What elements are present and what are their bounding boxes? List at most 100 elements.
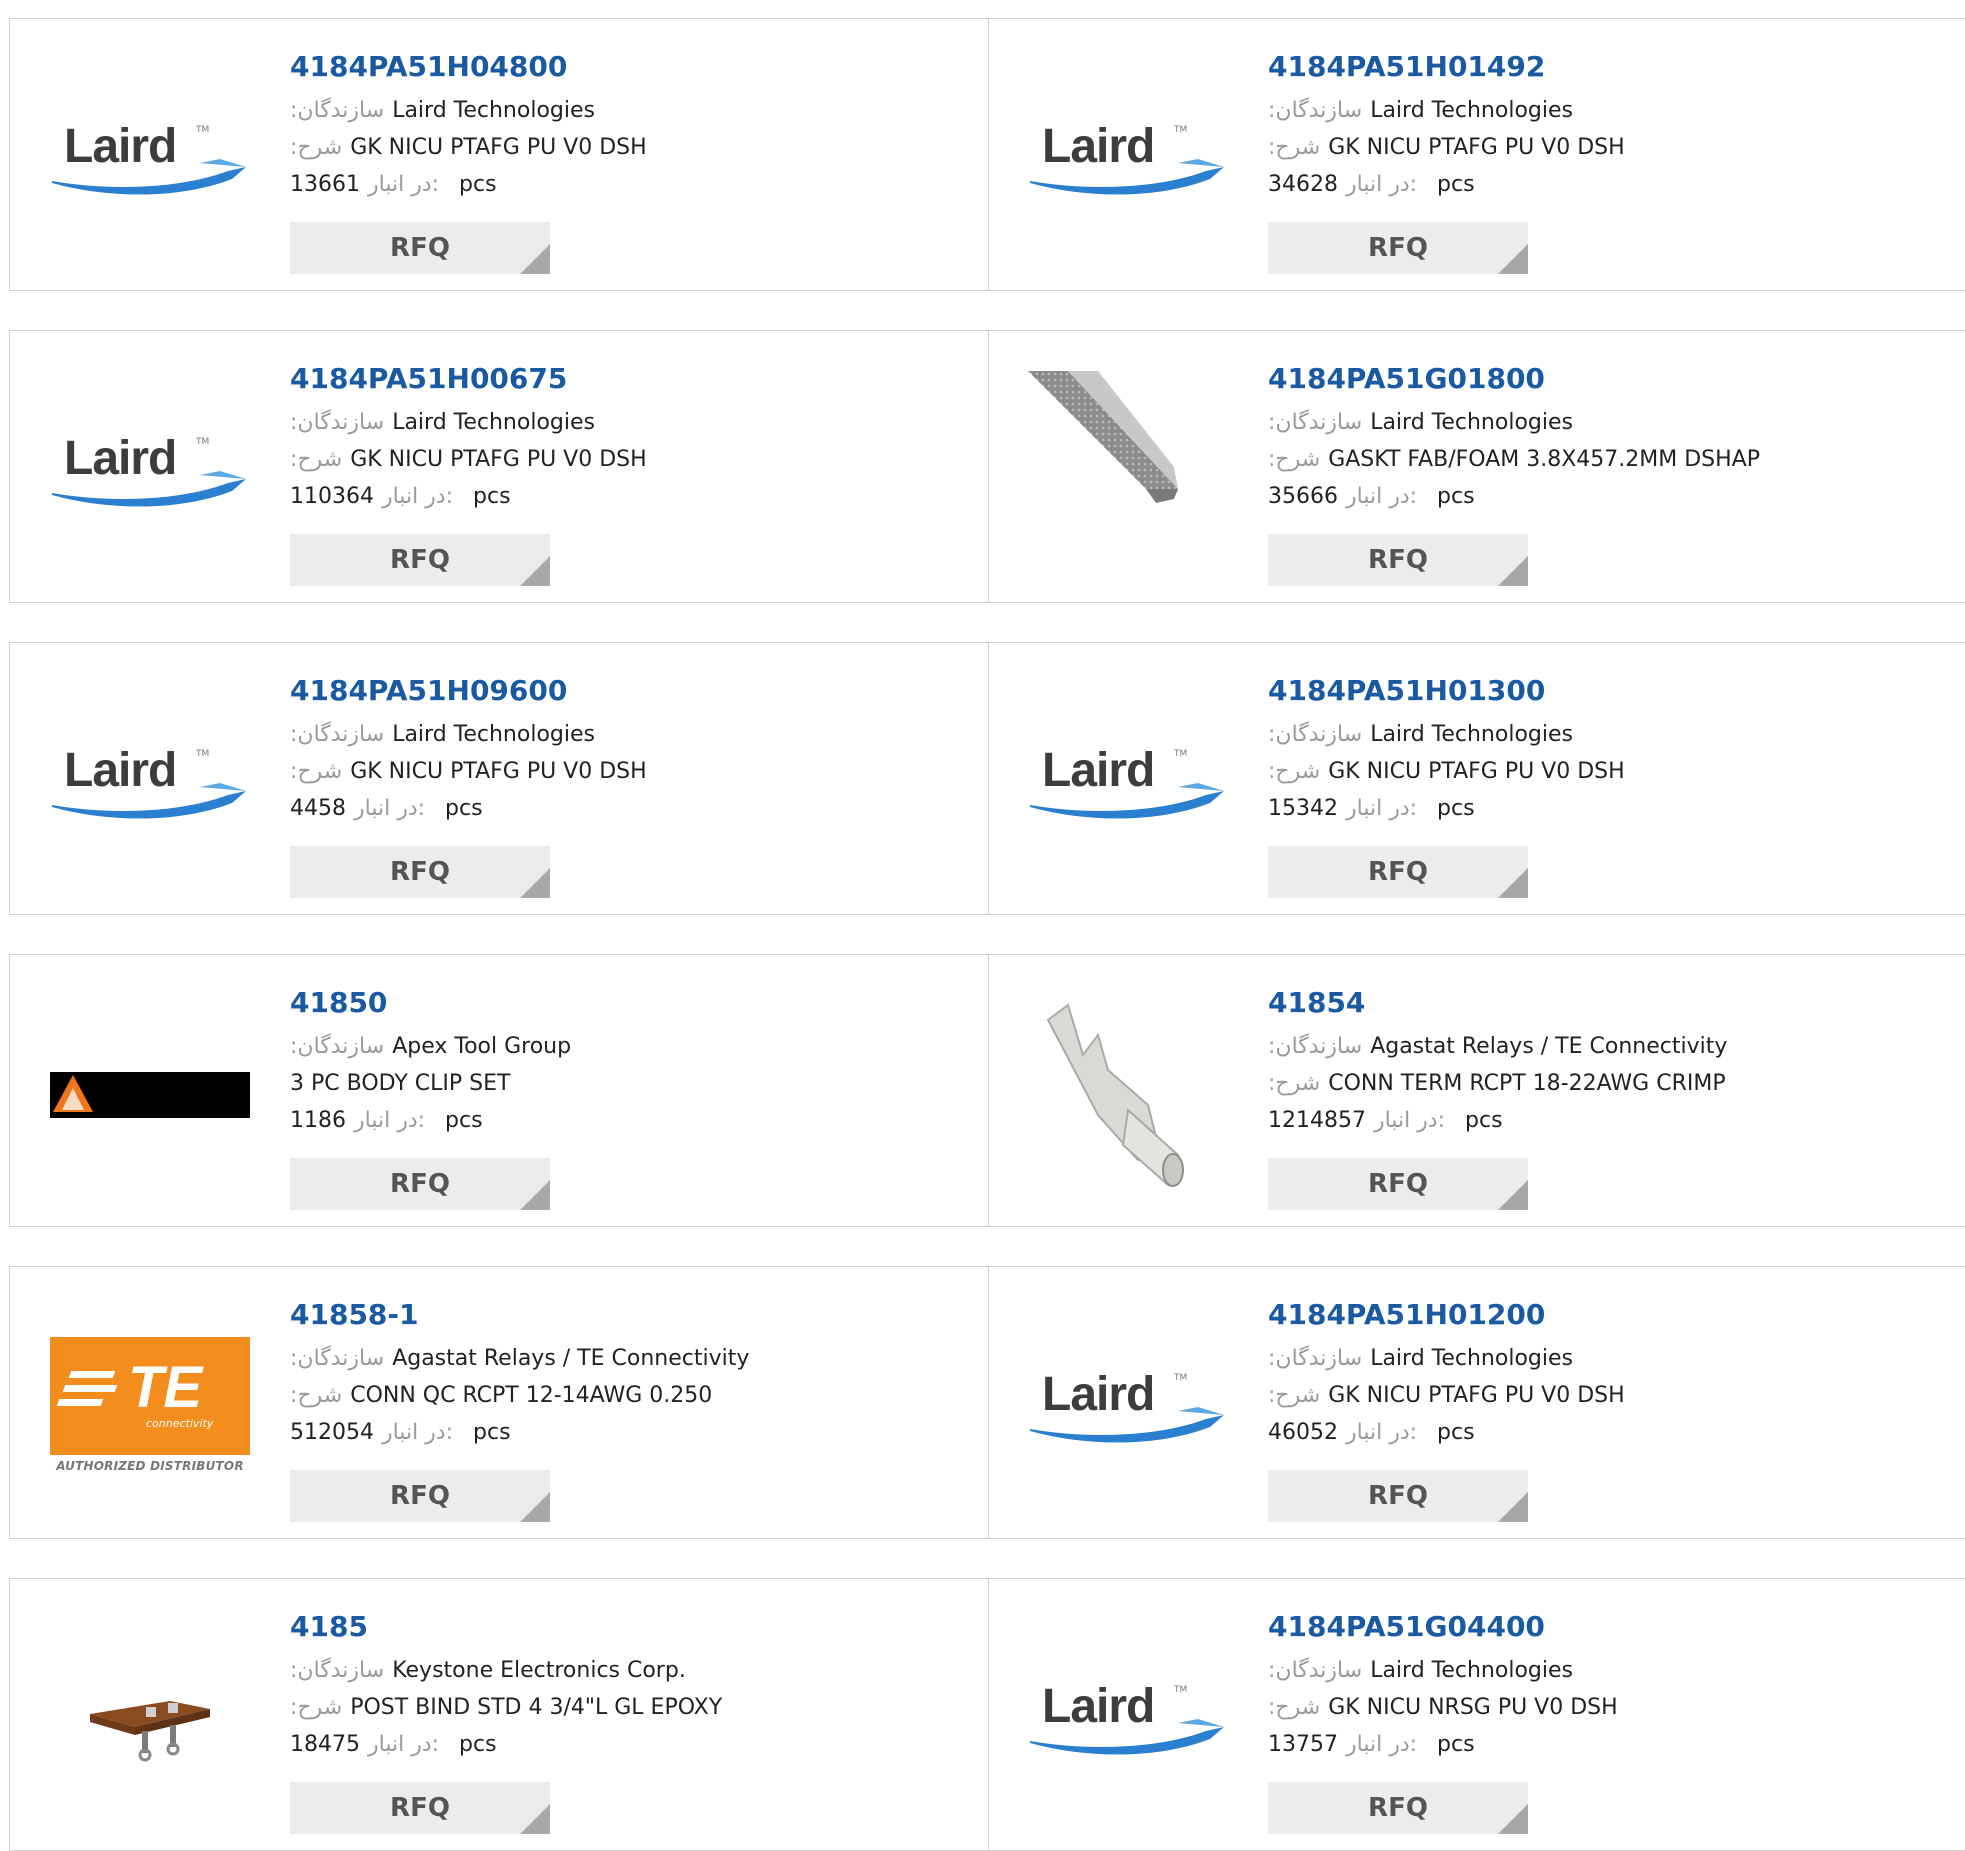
manufacturer-value: Laird Technologies [392, 410, 595, 435]
stock-line: 35666 در انبار: pcs [1268, 478, 1760, 515]
product-row: Laird TM 4184PA51H09600 :سازندگان Laird Tech… [9, 642, 1965, 915]
rfq-label: RFQ [1368, 1793, 1428, 1823]
rfq-button[interactable]: RFQ [1268, 846, 1528, 898]
description-line: :شرح GK NICU PTAFG PU V0 DSH [290, 753, 647, 790]
manufacturer-label: :سازندگان [1268, 1034, 1363, 1059]
manufacturer-value: Agastat Relays / TE Connectivity [1370, 1034, 1728, 1059]
product-image[interactable]: TE connectivity AUTHORIZED DISTRIBUTOR [50, 1307, 250, 1507]
description-line: :شرح GK NICU NRSG PU V0 DSH [1268, 1689, 1618, 1726]
corner-triangle-icon [1498, 1804, 1528, 1834]
rfq-button[interactable]: RFQ [1268, 1158, 1528, 1210]
rfq-label: RFQ [390, 1481, 450, 1511]
part-number-link[interactable]: 41854 [1268, 987, 1727, 1019]
product-image[interactable]: Laird TM [1028, 1619, 1228, 1819]
stock-label: در انبار: [1346, 172, 1418, 197]
part-number-link[interactable]: 4184PA51H01492 [1268, 51, 1625, 83]
description-label: :شرح [1268, 1383, 1321, 1408]
part-number-link[interactable]: 4184PA51H01200 [1268, 1299, 1625, 1331]
part-number-link[interactable]: 4184PA51H04800 [290, 51, 647, 83]
description-value: POST BIND STD 4 3/4"L GL EPOXY [350, 1695, 723, 1720]
corner-triangle-icon [1498, 1492, 1528, 1522]
description-value: GK NICU PTAFG PU V0 DSH [350, 759, 647, 784]
rfq-button[interactable]: RFQ [1268, 1782, 1528, 1834]
stock-label: در انبار: [354, 796, 426, 821]
product-image[interactable]: Laird TM [1028, 59, 1228, 259]
corner-triangle-icon [1498, 244, 1528, 274]
stock-value: 4458 [290, 796, 346, 821]
laird-logo: Laird TM [1028, 1679, 1228, 1759]
product-card: Laird TM 4184PA51H01200:سازندگان Laird Tech… [988, 1267, 1965, 1538]
manufacturer-line: :سازندگان Laird Technologies [1268, 716, 1625, 753]
stock-value: 35666 [1268, 484, 1338, 509]
stock-label: در انبار: [354, 1108, 426, 1133]
product-row: TE connectivity AUTHORIZED DISTRIBUTOR 4185… [9, 1266, 1965, 1539]
manufacturer-value: Laird Technologies [1370, 722, 1573, 747]
description-value: GK NICU PTAFG PU V0 DSH [350, 135, 647, 160]
part-number-link[interactable]: 4184PA51H01300 [1268, 675, 1625, 707]
part-number-link[interactable]: 4184PA51G04400 [1268, 1611, 1618, 1643]
rfq-button[interactable]: RFQ [290, 1158, 550, 1210]
product-image[interactable]: Laird TM [50, 371, 250, 571]
manufacturer-label: :سازندگان [1268, 1346, 1363, 1371]
product-image[interactable] [1028, 371, 1228, 571]
part-number-link[interactable]: 41850 [290, 987, 571, 1019]
rfq-button[interactable]: RFQ [290, 222, 550, 274]
description-line: 3 PC BODY CLIP SET [290, 1065, 571, 1102]
rfq-button[interactable]: RFQ [290, 1782, 550, 1834]
description-label: :شرح [1268, 759, 1321, 784]
part-number-link[interactable]: 4184PA51H00675 [290, 363, 647, 395]
stock-line: 110364 در انبار: pcs [290, 478, 647, 515]
product-image[interactable] [1028, 995, 1228, 1195]
rfq-button[interactable]: RFQ [1268, 1470, 1528, 1522]
description-value: GK NICU PTAFG PU V0 DSH [1328, 1383, 1625, 1408]
laird-logo: Laird TM [50, 119, 250, 199]
rfq-button[interactable]: RFQ [1268, 534, 1528, 586]
manufacturer-line: :سازندگان Laird Technologies [290, 716, 647, 753]
stock-line: 13661 در انبار: pcs [290, 166, 647, 203]
product-image[interactable]: Laird TM [50, 683, 250, 883]
stock-unit: pcs [459, 172, 497, 197]
manufacturer-value: Laird Technologies [1370, 98, 1573, 123]
stock-unit: pcs [1465, 1108, 1503, 1133]
description-line: :شرح GK NICU PTAFG PU V0 DSH [1268, 129, 1625, 166]
laird-logo: Laird TM [50, 431, 250, 511]
description-label: :شرح [290, 759, 343, 784]
corner-triangle-icon [520, 868, 550, 898]
manufacturer-value: Laird Technologies [392, 98, 595, 123]
part-number-link[interactable]: 4184PA51G01800 [1268, 363, 1760, 395]
product-image[interactable] [50, 1619, 250, 1819]
rfq-label: RFQ [390, 1793, 450, 1823]
part-number-link[interactable]: 41858-1 [290, 1299, 749, 1331]
rfq-button[interactable]: RFQ [290, 846, 550, 898]
rfq-button[interactable]: RFQ [1268, 222, 1528, 274]
description-line: :شرح GK NICU PTAFG PU V0 DSH [1268, 753, 1625, 790]
manufacturer-label: :سازندگان [290, 410, 385, 435]
product-image[interactable] [50, 995, 250, 1195]
corner-triangle-icon [520, 556, 550, 586]
product-image[interactable]: Laird TM [50, 59, 250, 259]
product-image[interactable]: Laird TM [1028, 1307, 1228, 1507]
manufacturer-line: :سازندگان Laird Technologies [1268, 92, 1625, 129]
manufacturer-label: :سازندگان [1268, 98, 1363, 123]
stock-label: در انبار: [1346, 1420, 1418, 1445]
rfq-label: RFQ [390, 857, 450, 887]
corner-triangle-icon [1498, 1180, 1528, 1210]
product-image[interactable]: Laird TM [1028, 683, 1228, 883]
part-number-link[interactable]: 4185 [290, 1611, 722, 1643]
stock-line: 13757 در انبار: pcs [1268, 1726, 1618, 1763]
rfq-button[interactable]: RFQ [290, 1470, 550, 1522]
manufacturer-label: :سازندگان [1268, 722, 1363, 747]
stock-line: 34628 در انبار: pcs [1268, 166, 1625, 203]
rfq-label: RFQ [1368, 857, 1428, 887]
stock-label: در انبار: [368, 1732, 440, 1757]
stock-unit: pcs [1437, 172, 1475, 197]
description-line: :شرح GASKT FAB/FOAM 3.8X457.2MM DSHAP [1268, 441, 1760, 478]
stock-value: 34628 [1268, 172, 1338, 197]
part-number-link[interactable]: 4184PA51H09600 [290, 675, 647, 707]
stock-unit: pcs [473, 1420, 511, 1445]
stock-line: 18475 در انبار: pcs [290, 1726, 722, 1763]
product-row: Laird TM 4184PA51H04800 :سازندگان Laird Tech… [9, 18, 1965, 291]
manufacturer-label: :سازندگان [290, 1658, 385, 1683]
rfq-button[interactable]: RFQ [290, 534, 550, 586]
description-value: GK NICU NRSG PU V0 DSH [1328, 1695, 1618, 1720]
